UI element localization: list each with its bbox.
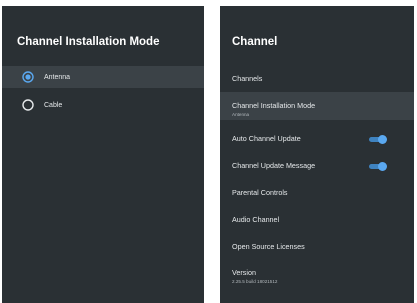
menu-item-label: Open Source Licenses [232,242,305,251]
radio-selected-icon[interactable] [22,71,34,83]
menu-item-channel-update-message[interactable]: Channel Update Message [220,161,414,173]
toggle-knob [378,135,387,144]
menu-item-channel-installation-mode[interactable]: Channel Installation Mode Antenna [220,92,414,120]
option-cable[interactable]: Cable [2,94,204,116]
option-antenna[interactable]: Antenna [2,66,204,88]
option-label: Antenna [44,73,71,81]
menu-item-label: Channels [232,74,263,83]
version-number: 2.25.5 build 18021512 [232,279,278,284]
panel-title: Channel [232,36,278,48]
channel-update-message-toggle[interactable] [369,162,387,171]
option-label: Cable [44,101,63,109]
menu-item-value: Antenna [232,112,250,117]
menu-item-label: Audio Channel [232,215,280,224]
menu-item-open-source-licenses[interactable]: Open Source Licenses [220,242,414,251]
menu-item-label: Channel Installation Mode [232,101,316,110]
auto-channel-update-toggle[interactable] [369,135,387,144]
radio-unselected-icon[interactable] [22,99,34,111]
menu-item-label: Version [232,268,256,277]
panel-title: Channel Installation Mode [17,36,160,48]
menu-item-label: Parental Controls [232,188,288,197]
menu-item-version[interactable]: Version 2.25.5 build 18021512 [220,268,414,284]
channel-settings-panel: Channel Channels Channel Installation Mo… [220,6,414,303]
menu-item-parental-controls[interactable]: Parental Controls [220,188,414,197]
menu-item-auto-channel-update[interactable]: Auto Channel Update [220,134,414,146]
menu-item-audio-channel[interactable]: Audio Channel [220,215,414,224]
menu-item-channels[interactable]: Channels [220,74,414,83]
toggle-knob [378,162,387,171]
channel-installation-mode-panel: Channel Installation Mode Antenna Cable [2,6,204,303]
